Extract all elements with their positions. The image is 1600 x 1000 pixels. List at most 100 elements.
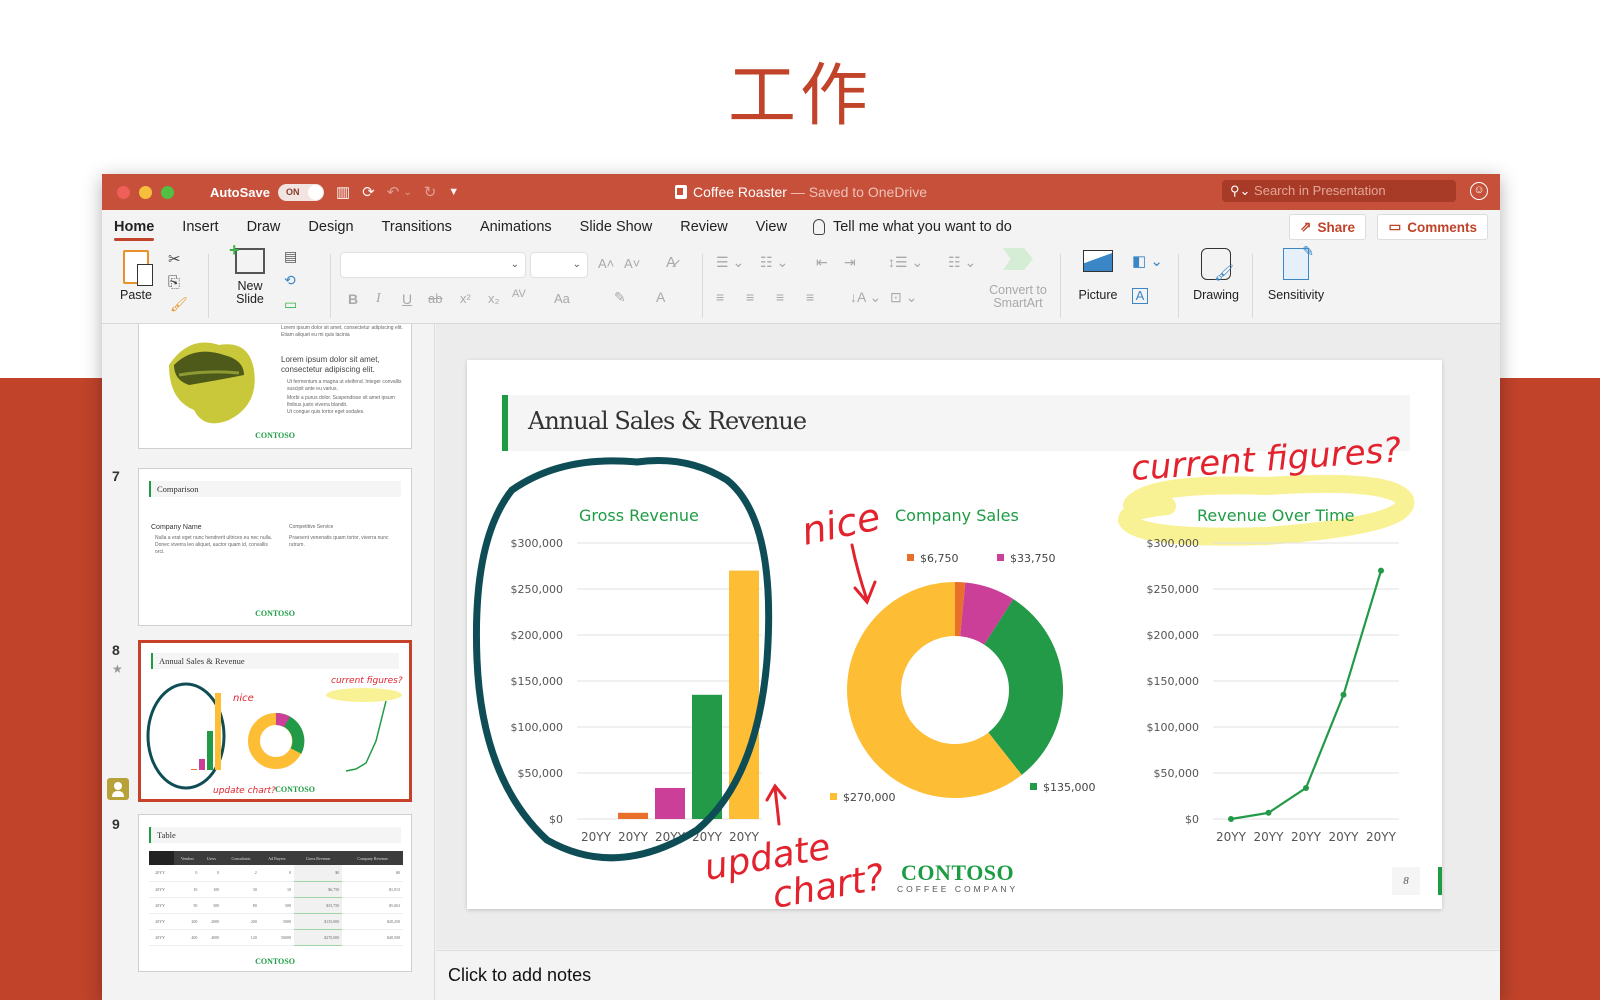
tab-draw[interactable]: Draw bbox=[247, 213, 281, 241]
picture-button[interactable]: Picture bbox=[1068, 250, 1128, 302]
decrease-indent-icon[interactable]: ⇤ bbox=[816, 254, 828, 271]
shapes-icon[interactable]: ◧ ⌄ bbox=[1132, 252, 1163, 270]
pie-legend-swatch bbox=[830, 793, 837, 800]
slide-canvas[interactable]: Annual Sales & Revenue Gross Revenue Com… bbox=[436, 324, 1500, 949]
thumb8-charts: current figures? nice update chart? bbox=[146, 676, 403, 796]
text-direction-icon[interactable]: ↓A ⌄ bbox=[850, 289, 881, 306]
font-size-select[interactable]: ⌄ bbox=[530, 252, 588, 278]
notes-pane[interactable]: Click to add notes bbox=[436, 950, 1500, 1000]
slide-thumbnail-9[interactable]: Table Vendors Users Consultants Ad Buyers Gr… bbox=[138, 814, 412, 972]
character-spacing-button[interactable]: AV bbox=[512, 288, 526, 300]
text-box-icon[interactable]: A bbox=[1132, 288, 1148, 304]
thumb9-header-cell: Consultants bbox=[222, 851, 260, 865]
thumb9-table-row: 20YY 400 4000 120 50000 $270,000 $40,500 bbox=[149, 929, 403, 946]
autosave-toggle[interactable]: ON bbox=[277, 183, 324, 201]
section-icon[interactable]: ▭ bbox=[284, 296, 297, 313]
thumb9-header-cell: Company Revenue bbox=[342, 851, 403, 865]
tell-me-search[interactable]: Tell me what you want to do bbox=[812, 219, 1012, 235]
clear-formatting-icon[interactable]: A̷ bbox=[666, 254, 676, 271]
tab-home[interactable]: Home bbox=[114, 213, 155, 241]
font-color-icon[interactable]: A bbox=[656, 289, 665, 305]
comments-button[interactable]: ▭ Comments bbox=[1377, 214, 1488, 240]
tab-review[interactable]: Review bbox=[680, 213, 728, 241]
new-slide-icon: + bbox=[229, 240, 265, 274]
notes-placeholder: Click to add notes bbox=[448, 965, 592, 985]
autosave-state: ON bbox=[285, 186, 300, 197]
close-window-button[interactable] bbox=[117, 185, 130, 199]
increase-font-icon[interactable]: A˄ bbox=[598, 256, 614, 271]
numbering-icon[interactable]: ☷ ⌄ bbox=[760, 254, 788, 271]
paste-button[interactable]: Paste bbox=[114, 250, 158, 302]
revenue-point bbox=[1378, 567, 1384, 574]
italic-button[interactable]: I bbox=[376, 291, 381, 307]
increase-indent-icon[interactable]: ⇥ bbox=[844, 254, 856, 271]
drawing-button[interactable]: 🖌 Drawing bbox=[1186, 248, 1246, 302]
save-sync-icon[interactable]: ⟳ bbox=[362, 183, 375, 201]
slide-thumbnail-6[interactable]: Lorem ipsum dolor sit amet, consectetur … bbox=[138, 324, 412, 449]
redo-icon[interactable]: ↻ bbox=[424, 183, 437, 201]
sidebar-layout-icon[interactable]: ▥ bbox=[336, 183, 350, 201]
align-right-icon[interactable]: ≡ bbox=[776, 289, 784, 305]
zoom-window-button[interactable] bbox=[161, 185, 174, 199]
line-y-tick-label: $300,000 bbox=[1147, 537, 1200, 550]
tab-insert[interactable]: Insert bbox=[182, 213, 218, 241]
align-center-icon[interactable]: ≡ bbox=[746, 289, 754, 305]
revenue-point bbox=[1303, 784, 1309, 791]
bar-y-tick-label: $300,000 bbox=[511, 537, 564, 550]
align-left-icon[interactable]: ≡ bbox=[716, 289, 724, 305]
bold-button[interactable]: B bbox=[348, 291, 358, 307]
new-slide-button[interactable]: + New Slide bbox=[220, 240, 280, 306]
columns-icon[interactable]: ☷ ⌄ bbox=[948, 254, 976, 271]
feedback-smiley-icon[interactable]: ☺ bbox=[1470, 182, 1488, 200]
tab-transitions[interactable]: Transitions bbox=[382, 213, 452, 241]
thumb9-table-cell: 0 bbox=[174, 865, 201, 882]
ink-note-nice: nice bbox=[798, 494, 884, 553]
pie-legend-label: $270,000 bbox=[843, 791, 896, 804]
slide-thumbnail-8[interactable]: Annual Sales & Revenue current figures? … bbox=[138, 640, 412, 802]
align-text-icon[interactable]: ⊡ ⌄ bbox=[890, 289, 917, 306]
tab-slide-show[interactable]: Slide Show bbox=[580, 213, 653, 241]
search-input[interactable]: ⚲⌄ Search in Presentation bbox=[1222, 180, 1456, 202]
bullets-icon[interactable]: ☰ ⌄ bbox=[716, 254, 744, 271]
copy-icon[interactable]: ⎘ bbox=[168, 274, 180, 291]
line-spacing-icon[interactable]: ↕☰ ⌄ bbox=[888, 254, 923, 271]
current-slide[interactable]: Annual Sales & Revenue Gross Revenue Com… bbox=[467, 360, 1442, 909]
search-placeholder: Search in Presentation bbox=[1254, 183, 1386, 198]
sensitivity-button[interactable]: ✎ Sensitivity bbox=[1258, 243, 1334, 302]
thumb9-table-cell: 500 bbox=[200, 897, 223, 914]
undo-icon[interactable]: ↶ bbox=[387, 183, 400, 201]
layout-icon[interactable]: ▤ bbox=[284, 248, 297, 265]
thumb9-table-cell: 4000 bbox=[200, 929, 223, 946]
collaborator-avatar[interactable] bbox=[107, 778, 129, 800]
thumb6-heading: Lorem ipsum dolor sit amet, consectetur … bbox=[281, 355, 380, 374]
line-y-tick-label: $100,000 bbox=[1147, 721, 1200, 734]
superscript-button[interactable]: x² bbox=[460, 291, 471, 306]
window-controls bbox=[117, 185, 174, 199]
highlight-icon[interactable]: ✎ bbox=[614, 289, 626, 306]
strikethrough-button[interactable]: ab bbox=[428, 291, 442, 306]
justify-icon[interactable]: ≡ bbox=[806, 289, 814, 305]
thumb9-header-cell: Ad Buyers bbox=[259, 851, 294, 865]
pie-legend-swatch bbox=[997, 554, 1004, 561]
underline-button[interactable]: U bbox=[402, 291, 412, 307]
share-icon: ⇗ bbox=[1300, 219, 1312, 234]
slide-thumbnail-panel[interactable]: Lorem ipsum dolor sit amet, consectetur … bbox=[102, 324, 435, 1000]
format-painter-icon[interactable]: 🖌 bbox=[170, 296, 188, 313]
convert-smartart-button[interactable]: Convert to SmartArt bbox=[982, 248, 1054, 310]
font-name-select[interactable]: ⌄ bbox=[340, 252, 526, 278]
customize-toolbar-icon[interactable]: ▼ bbox=[448, 186, 459, 198]
line-y-tick-label: $150,000 bbox=[1147, 675, 1200, 688]
undo-dropdown-icon[interactable]: ⌄ bbox=[403, 187, 411, 198]
minimize-window-button[interactable] bbox=[139, 185, 152, 199]
decrease-font-icon[interactable]: A˅ bbox=[624, 256, 640, 271]
thumb9-table-cell: 30 bbox=[222, 881, 260, 898]
share-button[interactable]: ⇗ Share bbox=[1289, 214, 1366, 240]
tab-animations[interactable]: Animations bbox=[480, 213, 552, 241]
reset-slide-icon[interactable]: ⟲ bbox=[284, 272, 296, 289]
tab-design[interactable]: Design bbox=[308, 213, 353, 241]
change-case-button[interactable]: Aa bbox=[554, 291, 570, 306]
tab-view[interactable]: View bbox=[756, 213, 787, 241]
slide-thumbnail-7[interactable]: Comparison Company Name Nulla a erat ege… bbox=[138, 468, 412, 626]
subscript-button[interactable]: x₂ bbox=[488, 291, 500, 306]
cut-icon[interactable]: ✂ bbox=[168, 250, 181, 268]
